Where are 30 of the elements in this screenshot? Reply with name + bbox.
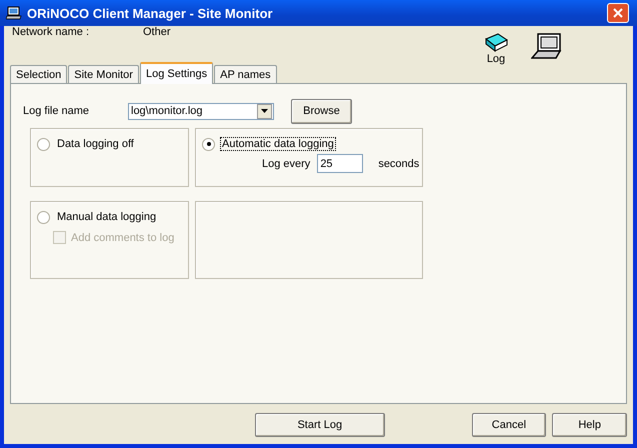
checkbox-label: Add comments to log bbox=[71, 232, 174, 244]
network-name-label: Network name : bbox=[12, 26, 90, 40]
start-button[interactable]: Start Log bbox=[255, 413, 385, 437]
interval-unit: seconds bbox=[378, 158, 420, 170]
radio-label: Automatic data logging bbox=[220, 137, 336, 151]
book-icon bbox=[483, 33, 509, 53]
close-icon bbox=[613, 8, 623, 18]
radio-button[interactable] bbox=[37, 138, 50, 150]
radio-button[interactable] bbox=[37, 210, 50, 224]
browse-button[interactable]: Browse bbox=[291, 98, 352, 124]
radio-label: Data logging off bbox=[56, 137, 135, 151]
log-toolbar-button[interactable]: Log bbox=[483, 33, 509, 65]
window-title: ORiNOCO Client Manager - Site Monitor bbox=[27, 6, 274, 20]
close-button[interactable] bbox=[607, 3, 629, 23]
cancel-button[interactable]: Cancel bbox=[472, 413, 546, 437]
interval-label: Log every bbox=[262, 158, 310, 170]
monitor-toolbar-button[interactable] bbox=[531, 33, 563, 60]
tab[interactable]: Selection bbox=[10, 65, 68, 83]
log-file-dropdown[interactable]: log\monitor.log bbox=[128, 102, 274, 120]
laptop-icon bbox=[6, 6, 22, 20]
tab[interactable]: Site Monitor bbox=[68, 65, 139, 83]
tab[interactable]: Log Settings bbox=[140, 62, 214, 84]
interval-field[interactable]: 25 bbox=[317, 154, 364, 173]
log-file-label: Log file name bbox=[23, 105, 90, 117]
radio-button[interactable] bbox=[202, 138, 215, 150]
radio-label: Manual data logging bbox=[56, 210, 158, 224]
laptop-icon bbox=[531, 33, 563, 60]
help-button[interactable]: Help bbox=[552, 413, 628, 437]
network-name-value: Other bbox=[143, 26, 171, 40]
tab[interactable]: AP names bbox=[214, 65, 277, 83]
